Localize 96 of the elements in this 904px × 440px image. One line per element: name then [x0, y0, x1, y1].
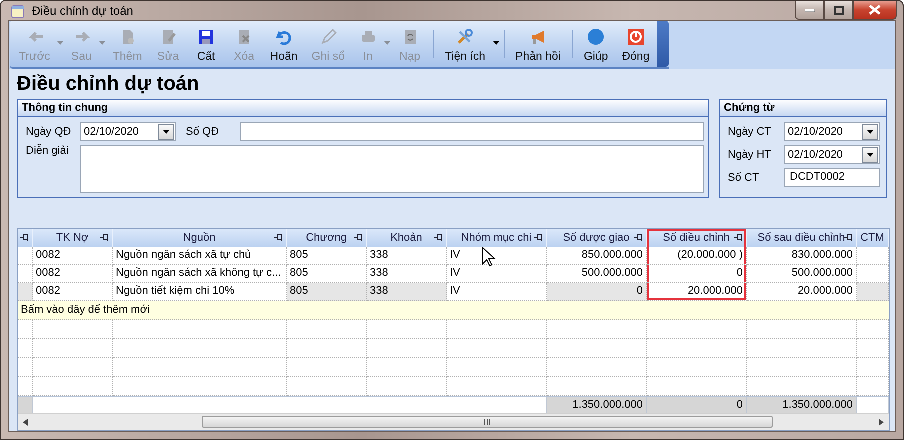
field-label: Ngày QĐ — [26, 126, 72, 138]
description-field[interactable] — [80, 145, 704, 193]
table-cell: 338 — [367, 265, 447, 283]
total-cell: 0 — [647, 397, 747, 413]
table-cell: Nguồn ngân sách xã tự chủ — [113, 247, 287, 265]
toolbar-button[interactable]: Phản hồi — [508, 21, 568, 67]
pin-icon — [20, 234, 29, 241]
table-cell: 20.000.000 — [747, 283, 857, 301]
column-header[interactable]: TK Nợ — [33, 229, 113, 247]
column-header[interactable]: Chương — [287, 229, 367, 247]
tools-icon — [456, 28, 474, 46]
input-field[interactable]: DCDT0002 — [784, 168, 880, 187]
panel-title: Chứng từ — [720, 100, 886, 117]
table-cell: IV — [447, 265, 547, 283]
power-icon — [626, 28, 645, 46]
table-cell: (20.000.000 ) — [647, 247, 747, 265]
table-cell: 830.000.000 — [747, 247, 857, 265]
table-cell: 20.000.000 — [647, 283, 747, 301]
new-row-prompt[interactable]: Bấm vào đây để thêm mới — [18, 301, 889, 320]
toolbar-button[interactable]: Tiện ích — [438, 21, 500, 67]
table-cell: 805 — [287, 247, 367, 265]
column-header[interactable]: CTM — [857, 229, 889, 247]
right-arrow-icon[interactable] — [879, 418, 884, 426]
table-cell: 500.000.000 — [747, 265, 857, 283]
toolbar-button[interactable]: Cất — [187, 21, 226, 67]
input-field[interactable] — [240, 122, 704, 141]
pin-icon — [534, 234, 543, 241]
caret-icon — [492, 41, 500, 45]
column-header[interactable]: Khoản — [367, 229, 447, 247]
date-field[interactable]: 02/10/2020 — [784, 122, 880, 141]
toolbar-button[interactable]: Đóng — [615, 21, 657, 67]
page-heading: Điều chỉnh dự toán — [17, 72, 200, 97]
pin-icon — [274, 234, 283, 241]
field-label: Diễn giải — [26, 145, 70, 157]
total-cell: 1.350.000.000 — [547, 397, 647, 413]
table-cell: 500.000.000 — [547, 265, 647, 283]
left-arrow-icon[interactable] — [23, 418, 28, 426]
calendar-icon — [10, 2, 26, 18]
table-cell: 338 — [367, 283, 447, 301]
pencil-icon — [319, 28, 338, 46]
table-cell: 805 — [287, 283, 367, 301]
field-label: Ngày CT — [728, 126, 772, 138]
row-indicator[interactable] — [18, 247, 33, 265]
close-icon — [869, 5, 881, 15]
table-cell: 0 — [547, 283, 647, 301]
field-label: Ngày HT — [728, 148, 772, 160]
toolbar-button[interactable]: Hoãn — [263, 21, 305, 67]
table-cell: 0082 — [33, 247, 113, 265]
table-cell: 850.000.000 — [547, 247, 647, 265]
pin-icon — [354, 234, 363, 241]
column-header[interactable]: Nguồn — [113, 229, 287, 247]
table-cell: 805 — [287, 265, 367, 283]
scroll-thumb[interactable] — [202, 416, 773, 428]
table-cell: Nguồn ngân sách xã không tự c... — [113, 265, 287, 283]
save-icon — [197, 28, 216, 46]
caret-icon — [866, 152, 874, 156]
total-cell: 1.350.000.000 — [747, 397, 857, 413]
column-header[interactable]: Số điều chỉnh — [647, 229, 747, 247]
pin-icon — [734, 234, 743, 241]
maximize-button[interactable] — [824, 1, 853, 20]
minimize-icon — [804, 8, 814, 12]
caret-icon — [384, 41, 392, 45]
table-cell: IV — [447, 247, 547, 265]
table-cell: 0082 — [33, 283, 113, 301]
column-header[interactable]: Số được giao — [547, 229, 647, 247]
toolbar-overflow-button[interactable] — [656, 21, 669, 67]
table-cell: Nguồn tiết kiệm chi 10% — [113, 283, 287, 301]
horizontal-scrollbar[interactable] — [18, 413, 889, 430]
row-indicator[interactable] — [18, 265, 33, 283]
pin-icon — [634, 234, 643, 241]
pin-icon — [434, 234, 443, 241]
mouse-cursor-icon — [482, 247, 496, 267]
toolbar-button[interactable]: Giúp — [576, 21, 616, 67]
minimize-button[interactable] — [795, 1, 824, 20]
caret-icon — [98, 41, 106, 45]
date-field[interactable]: 02/10/2020 — [784, 145, 880, 164]
column-header[interactable]: Nhóm mục chi — [447, 229, 547, 247]
help-icon — [587, 28, 606, 46]
table-cell: 338 — [367, 247, 447, 265]
row-indicator[interactable] — [18, 283, 33, 301]
pin-icon — [844, 234, 853, 241]
caret-icon — [162, 130, 170, 134]
table-cell: 0 — [647, 265, 747, 283]
close-button[interactable] — [853, 1, 897, 20]
window-title: Điều chỉnh dự toán — [32, 4, 134, 18]
maximize-icon — [834, 6, 844, 14]
field-label: Số QĐ — [186, 126, 220, 138]
table-cell: IV — [447, 283, 547, 301]
table-cell: 0082 — [33, 265, 113, 283]
pin-icon — [100, 234, 109, 241]
caret-icon — [866, 130, 874, 134]
column-header[interactable]: Số sau điều chỉnh — [747, 229, 857, 247]
date-field[interactable]: 02/10/2020 — [80, 122, 176, 141]
panel-title: Thông tin chung — [18, 100, 708, 117]
field-label: Số CT — [728, 172, 760, 184]
caret-icon — [57, 41, 64, 45]
